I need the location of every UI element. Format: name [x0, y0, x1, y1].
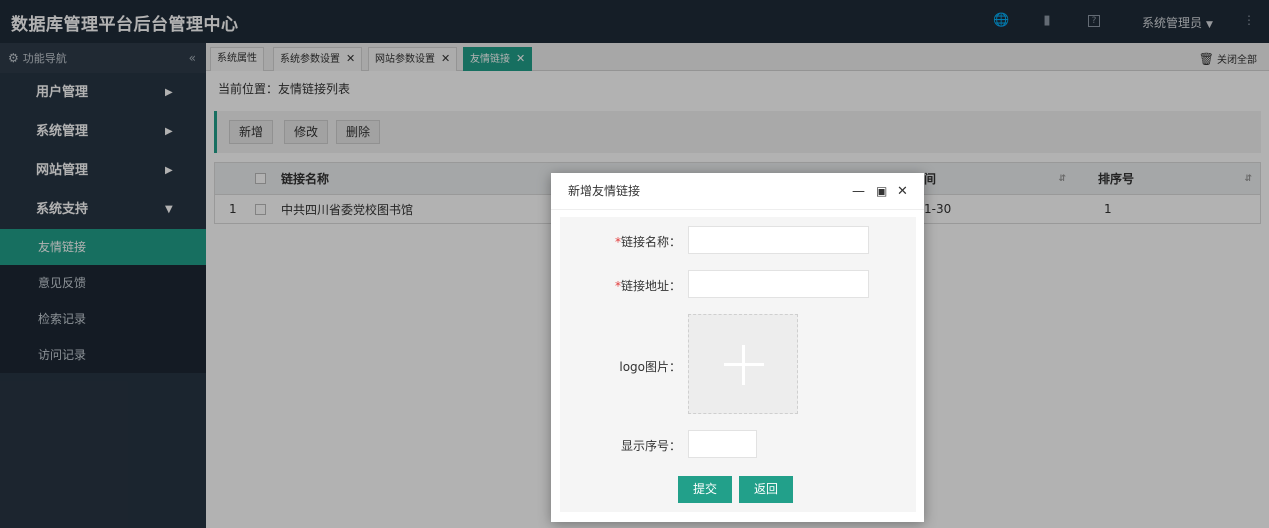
edit-button[interactable]: 修改 — [284, 120, 329, 144]
row-checkbox[interactable] — [255, 195, 266, 223]
minimize-icon[interactable]: — — [852, 173, 865, 210]
sidebar-item-label: 系统支持 — [36, 202, 89, 217]
help-icon[interactable]: ? — [1088, 15, 1100, 27]
caret-right-icon: ▶ — [165, 126, 173, 137]
link-url-input[interactable] — [688, 270, 869, 298]
tab-label: 网站参数设置 — [375, 54, 435, 65]
sidebar-item-label: 网站管理 — [36, 163, 89, 178]
close-icon[interactable]: ✕ — [346, 52, 355, 65]
row-order: 1 — [1104, 202, 1112, 216]
book-icon[interactable]: ▮ — [1039, 13, 1055, 29]
sidebar-header-label: 功能导航 — [22, 52, 67, 65]
tab-bar: 系统属性 系统参数设置 ✕ 网站参数设置 ✕ 友情链接 ✕ 🗑 关闭全部 — [206, 43, 1269, 71]
tab-friend-links[interactable]: 友情链接 ✕ — [463, 47, 533, 71]
trash-icon: 🗑 — [1198, 52, 1214, 66]
user-menu[interactable]: 系统管理员 ▼ — [1142, 14, 1213, 31]
row-link-name: 中共四川省委党校图书馆 — [281, 202, 414, 217]
caret-right-icon: ▶ — [165, 165, 173, 176]
close-all-label: 关闭全部 — [1217, 55, 1257, 66]
tab-system-params[interactable]: 系统参数设置 ✕ — [273, 47, 363, 71]
top-header: 数据库管理平台后台管理中心 🌐 ▮ ? 系统管理员 ▼ ⋮ — [0, 0, 1269, 43]
tab-label: 系统参数设置 — [280, 54, 340, 65]
sidebar-item-user-management[interactable]: 用户管理 ▶ — [0, 73, 206, 112]
label-text: 链接名称： — [620, 235, 681, 249]
add-link-dialog: 新增友情链接 — ▣ ✕ *链接名称： *链接地址： logo图片： 显示序号：… — [551, 173, 924, 522]
link-url-label: *链接地址： — [615, 277, 681, 294]
sidebar-subitem-search-log[interactable]: 检索记录 — [0, 301, 206, 337]
dialog-body: *链接名称： *链接地址： logo图片： 显示序号： 提交 返回 — [560, 217, 916, 512]
submit-button[interactable]: 提交 — [678, 476, 733, 503]
sort-icon[interactable]: ⇵ — [1244, 174, 1252, 184]
maximize-icon[interactable]: ▣ — [876, 173, 887, 210]
sidebar-subitem-visit-log[interactable]: 访问记录 — [0, 337, 206, 373]
sidebar: ⚙ 功能导航 « 用户管理 ▶ 系统管理 ▶ 网站管理 ▶ 系统支持 ▼ 友情链接… — [0, 43, 206, 528]
link-name-label: *链接名称： — [615, 233, 681, 250]
link-name-input[interactable] — [688, 226, 869, 254]
collapse-sidebar-icon[interactable]: « — [189, 43, 196, 73]
toolbar: 新增 修改 删除 — [214, 111, 1261, 153]
column-header-label: 间 — [924, 172, 937, 186]
display-order-label: 显示序号： — [620, 439, 681, 453]
sidebar-item-site-management[interactable]: 网站管理 ▶ — [0, 151, 206, 190]
add-button[interactable]: 新增 — [229, 120, 274, 144]
app-title: 数据库管理平台后台管理中心 — [11, 15, 239, 35]
logo-label: logo图片： — [619, 360, 681, 374]
caret-right-icon: ▶ — [165, 87, 173, 98]
plus-icon-vertical — [742, 345, 745, 385]
sidebar-item-label: 用户管理 — [36, 85, 89, 100]
tab-label: 系统属性 — [217, 53, 257, 64]
sidebar-item-system-management[interactable]: 系统管理 ▶ — [0, 112, 206, 151]
label-text: 链接地址： — [620, 279, 681, 293]
sidebar-subitem-friend-links[interactable]: 友情链接 — [0, 229, 206, 265]
close-icon[interactable]: ✕ — [897, 173, 908, 210]
user-name: 系统管理员 — [1142, 16, 1203, 30]
row-time: 1-30 — [924, 202, 952, 216]
sidebar-item-label: 系统管理 — [36, 124, 89, 139]
globe-icon[interactable]: 🌐 — [993, 13, 1009, 29]
display-order-input[interactable] — [688, 430, 757, 458]
close-all-button[interactable]: 🗑 关闭全部 — [1199, 51, 1257, 66]
logo-upload[interactable] — [688, 314, 798, 414]
breadcrumb: 当前位置：友情链接列表 — [218, 82, 351, 96]
row-index: 1 — [229, 202, 237, 216]
more-icon[interactable]: ⋮ — [1243, 13, 1255, 27]
chevron-down-icon: ▼ — [1206, 20, 1213, 30]
column-header-time[interactable]: 间 ⇵ — [924, 163, 1074, 194]
column-header-label: 排序号 — [1098, 172, 1135, 186]
select-all-checkbox[interactable] — [255, 163, 266, 194]
gear-icon: ⚙ — [8, 51, 19, 65]
column-header-name[interactable]: 链接名称 — [281, 163, 329, 194]
close-icon[interactable]: ✕ — [516, 52, 525, 65]
column-header-order[interactable]: 排序号 ⇵ — [1098, 163, 1260, 194]
delete-button[interactable]: 删除 — [336, 120, 381, 144]
caret-down-icon: ▼ — [165, 204, 173, 215]
sidebar-header: ⚙ 功能导航 « — [0, 43, 206, 73]
dialog-header: 新增友情链接 — ▣ ✕ — [551, 173, 924, 210]
tab-site-params[interactable]: 网站参数设置 ✕ — [368, 47, 458, 71]
back-button[interactable]: 返回 — [739, 476, 794, 503]
sidebar-item-system-support[interactable]: 系统支持 ▼ — [0, 190, 206, 229]
sidebar-subitem-feedback[interactable]: 意见反馈 — [0, 265, 206, 301]
close-icon[interactable]: ✕ — [441, 52, 450, 65]
tab-system-properties[interactable]: 系统属性 — [210, 47, 264, 71]
tab-label: 友情链接 — [470, 54, 510, 65]
sort-icon[interactable]: ⇵ — [1058, 174, 1066, 184]
dialog-title: 新增友情链接 — [568, 184, 641, 198]
